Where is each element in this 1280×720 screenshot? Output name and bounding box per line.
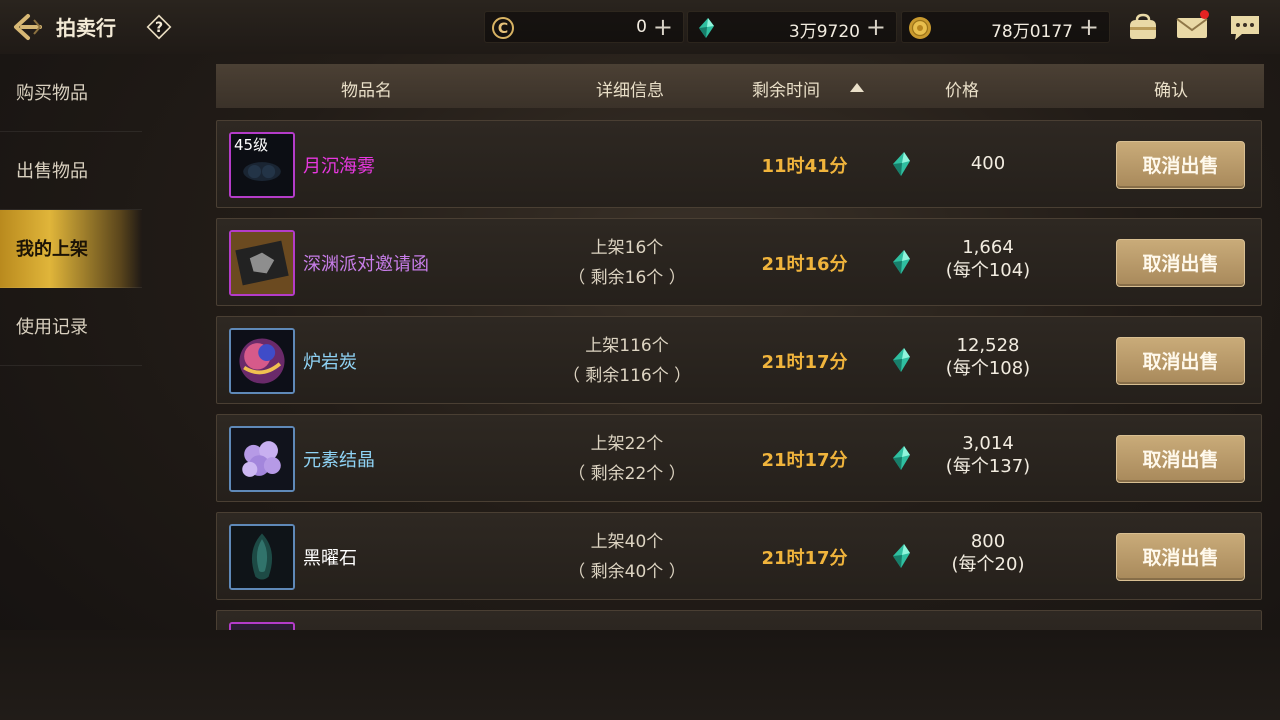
remaining-time: 21时17分 — [761, 450, 848, 471]
table-row: 45级 月沉海雾 11时41分 400 取消出售 — [216, 120, 1262, 208]
item-thumbnail[interactable] — [229, 622, 295, 630]
add-currency-button[interactable]: + — [1079, 14, 1099, 40]
listed-count: 上架16个 — [590, 238, 664, 258]
currency-value: 3万9720 — [788, 22, 860, 42]
cancel-sale-button[interactable]: 取消出售 — [1116, 337, 1245, 385]
currency-coupon: C 0 + — [484, 11, 684, 43]
item-name: 元素结晶 — [303, 450, 375, 471]
item-thumbnail[interactable] — [229, 328, 295, 394]
unit-price: (每个20) — [951, 554, 1025, 575]
table-row — [216, 610, 1262, 630]
add-currency-button[interactable]: + — [653, 14, 673, 40]
item-name: 月沉海雾 — [303, 156, 375, 177]
listing-detail: 上架40个 （ 剩余40个 ） — [547, 527, 707, 587]
remaining-time: 21时17分 — [761, 548, 848, 569]
currency-value: 0 — [636, 17, 647, 37]
unit-price: (每个104) — [945, 260, 1031, 281]
remaining-count: （ 剩余22个 ） — [568, 464, 686, 484]
cancel-sale-button[interactable]: 取消出售 — [1116, 435, 1245, 483]
item-name: 炉岩炭 — [303, 352, 357, 373]
top-bar: 拍卖行 ? C 0 + 3万9720 + 78万0177 + — [0, 0, 1280, 54]
column-header-price[interactable]: 价格 — [945, 76, 979, 101]
green-gem-icon — [889, 542, 913, 570]
bag-icon[interactable] — [1126, 12, 1160, 42]
table-header: 物品名 详细信息 剩余时间 价格 确认 — [216, 64, 1264, 108]
bottom-backdrop — [0, 630, 1280, 720]
notification-dot — [1200, 10, 1209, 19]
listed-count: 上架22个 — [590, 434, 664, 454]
cancel-sale-button[interactable]: 取消出售 — [1116, 533, 1245, 581]
price-total: 400 — [970, 153, 1006, 174]
sidebar-item-history[interactable]: 使用记录 — [0, 288, 142, 366]
unit-price: (每个108) — [945, 358, 1031, 379]
green-gem-icon — [694, 16, 718, 40]
sidebar-item-sell[interactable]: 出售物品 — [0, 132, 142, 210]
mail-icon[interactable] — [1175, 10, 1209, 42]
remaining-time: 21时17分 — [761, 352, 848, 373]
table-row: 黑曜石 上架40个 （ 剩余40个 ） 21时17分 800 (每个20) 取消… — [216, 512, 1262, 600]
cancel-sale-button[interactable]: 取消出售 — [1116, 239, 1245, 287]
green-gem-icon — [889, 150, 913, 178]
cancel-sale-button[interactable]: 取消出售 — [1116, 141, 1245, 189]
green-gem-icon — [889, 248, 913, 276]
currency-value: 78万0177 — [991, 22, 1073, 42]
remaining-time: 11时41分 — [761, 156, 848, 177]
item-thumbnail[interactable] — [229, 426, 295, 492]
unit-price: (每个137) — [945, 456, 1031, 477]
table-row: 元素结晶 上架22个 （ 剩余22个 ） 21时17分 3,014 (每个137… — [216, 414, 1262, 502]
price-cell: 3,014 (每个137) — [917, 432, 1059, 478]
table-row: 深渊派对邀请函 上架16个 （ 剩余16个 ） 21时16分 1,664 (每个… — [216, 218, 1262, 306]
remaining-count: （ 剩余16个 ） — [568, 268, 686, 288]
chat-icon[interactable] — [1228, 12, 1262, 42]
sort-ascending-icon[interactable] — [850, 83, 864, 92]
question-diamond-icon[interactable]: ? — [146, 14, 172, 40]
item-thumbnail[interactable] — [229, 524, 295, 590]
price-total: 12,528 — [956, 335, 1020, 356]
add-currency-button[interactable]: + — [866, 14, 886, 40]
price-total: 3,014 — [962, 433, 1014, 454]
listing-detail: 上架16个 （ 剩余16个 ） — [547, 233, 707, 293]
c-coin-icon: C — [491, 16, 515, 40]
green-gem-icon — [889, 346, 913, 374]
sidebar: 购买物品 出售物品 我的上架 使用记录 — [0, 54, 142, 374]
column-header-time[interactable]: 剩余时间 — [752, 76, 820, 101]
price-total: 1,664 — [962, 237, 1014, 258]
currency-gem: 3万9720 + — [687, 11, 897, 43]
price-cell: 1,664 (每个104) — [917, 236, 1059, 282]
remaining-time: 21时16分 — [761, 254, 848, 275]
column-header-detail: 详细信息 — [596, 81, 664, 101]
item-thumbnail[interactable]: 45级 — [229, 132, 295, 198]
gold-coin-icon — [908, 16, 932, 40]
table-row: 炉岩炭 上架116个 （ 剩余116个 ） 21时17分 12,528 (每个1… — [216, 316, 1262, 404]
column-header-confirm: 确认 — [1154, 81, 1188, 101]
listing-detail: 上架116个 （ 剩余116个 ） — [547, 331, 707, 391]
listing-detail: 上架22个 （ 剩余22个 ） — [547, 429, 707, 489]
price-cell: 800 (每个20) — [917, 530, 1059, 576]
listed-count: 上架40个 — [590, 532, 664, 552]
svg-text:C: C — [498, 21, 508, 37]
item-name: 深渊派对邀请函 — [303, 254, 429, 275]
sidebar-item-my-listings[interactable]: 我的上架 — [0, 210, 142, 288]
remaining-count: （ 剩余40个 ） — [568, 562, 686, 582]
price-total: 800 — [970, 531, 1006, 552]
item-name: 黑曜石 — [303, 548, 357, 569]
page-title: 拍卖行 — [56, 16, 116, 40]
currency-gold: 78万0177 + — [901, 11, 1110, 43]
svg-text:?: ? — [155, 20, 163, 36]
green-gem-icon — [889, 444, 913, 472]
item-level: 45级 — [234, 136, 269, 154]
sidebar-item-buy[interactable]: 购买物品 — [0, 54, 142, 132]
column-header-name[interactable]: 物品名 — [341, 76, 392, 101]
item-thumbnail[interactable] — [229, 230, 295, 296]
back-arrow-icon[interactable] — [10, 11, 44, 43]
remaining-count: （ 剩余116个 ） — [562, 366, 692, 386]
listing-table: 45级 月沉海雾 11时41分 400 取消出售 深渊派对邀请函 上架16个 （… — [216, 118, 1264, 630]
listed-count: 上架116个 — [585, 336, 669, 356]
price-cell: 12,528 (每个108) — [917, 334, 1059, 380]
